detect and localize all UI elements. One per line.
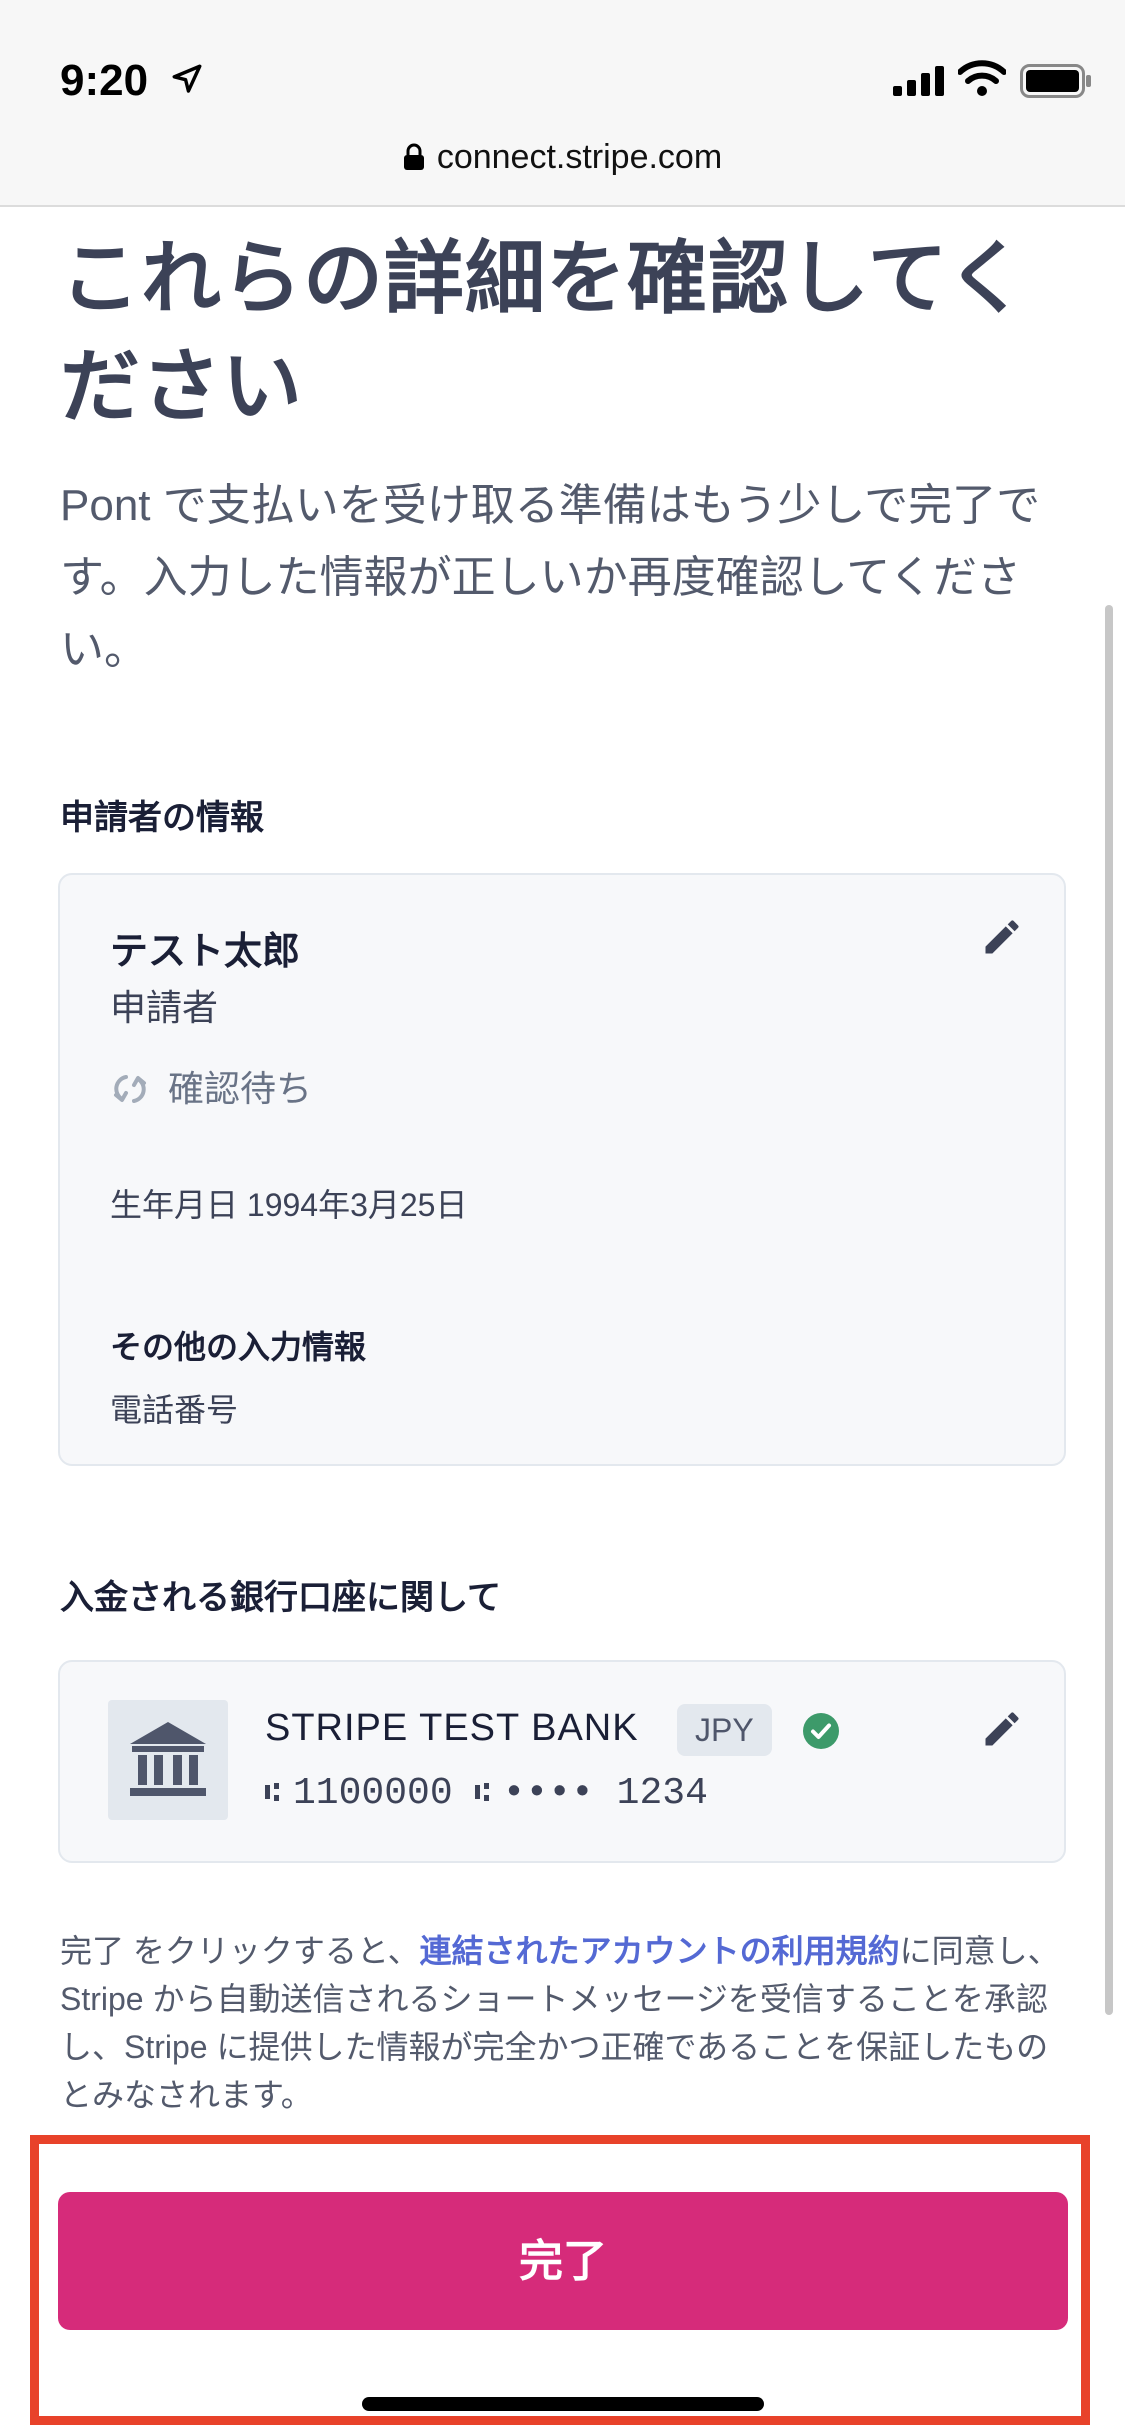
- other-info-heading: その他の入力情報: [110, 1329, 367, 1365]
- page-title: これらの詳細を確認してください: [60, 234, 1028, 431]
- page-subtitle: Pont で支払いを受け取る準備はもう少しで完了です。入力した情報が正しいか再度…: [60, 481, 1041, 674]
- account-number-icon: [474, 1783, 489, 1801]
- home-indicator: [362, 2397, 764, 2411]
- done-button[interactable]: 完了: [58, 2192, 1068, 2330]
- connected-account-terms-link[interactable]: 連結されたアカウントの利用規約: [420, 1933, 900, 1969]
- location-arrow-icon: [172, 64, 202, 93]
- routing-number: 1100000: [293, 1772, 453, 1815]
- account-number-masked: •••• 1234: [502, 1772, 708, 1815]
- routing-number-icon: [265, 1783, 279, 1801]
- bank-icon: [130, 1722, 206, 1796]
- status-time: 9:20: [60, 56, 149, 105]
- bank-icon-box: [108, 1700, 228, 1820]
- url-text: connect.stripe.com: [436, 138, 723, 176]
- cellular-signal-icon: [893, 66, 944, 96]
- other-info-phone: 電話番号: [110, 1392, 239, 1428]
- verification-status-label: 確認待ち: [168, 1068, 313, 1109]
- applicant-name: テスト太郎: [110, 931, 301, 973]
- battery-icon: [1020, 64, 1091, 98]
- legal-prefix: 完了 をクリックすると、: [60, 1933, 420, 1969]
- bank-section-heading: 入金される銀行口座に関して: [60, 1579, 501, 1617]
- bank-account-numbers: 1100000 •••• 1234: [265, 1772, 708, 1815]
- applicant-section-heading: 申請者の情報: [60, 799, 264, 837]
- verified-check-icon: [803, 1713, 839, 1749]
- currency-badge: JPY: [677, 1704, 772, 1756]
- bank-card: STRIPE TEST BANK JPY 1100000 •••• 1234: [58, 1660, 1066, 1863]
- wifi-icon: [958, 60, 1006, 96]
- scrollbar[interactable]: [1105, 605, 1113, 2015]
- edit-bank-pencil-icon[interactable]: [980, 1707, 1024, 1751]
- address-bar[interactable]: connect.stripe.com: [0, 138, 1125, 177]
- applicant-role: 申請者: [110, 987, 219, 1028]
- lock-icon: [403, 143, 424, 170]
- verification-status: 確認待ち: [110, 1060, 312, 1112]
- bank-name: STRIPE TEST BANK: [265, 1707, 639, 1749]
- edit-applicant-pencil-icon[interactable]: [980, 915, 1024, 959]
- pending-sync-icon: [114, 1075, 146, 1103]
- applicant-card: テスト太郎 申請者 確認待ち 生年月日 1994年3月25日 その他の入力情報 …: [58, 873, 1066, 1466]
- browser-top-bar: 9:20 connect.stripe.com: [0, 0, 1125, 207]
- applicant-dob: 生年月日 1994年3月25日: [110, 1187, 468, 1223]
- legal-notice: 完了 をクリックすると、連結されたアカウントの利用規約に同意し、Stripe か…: [60, 1927, 1060, 2119]
